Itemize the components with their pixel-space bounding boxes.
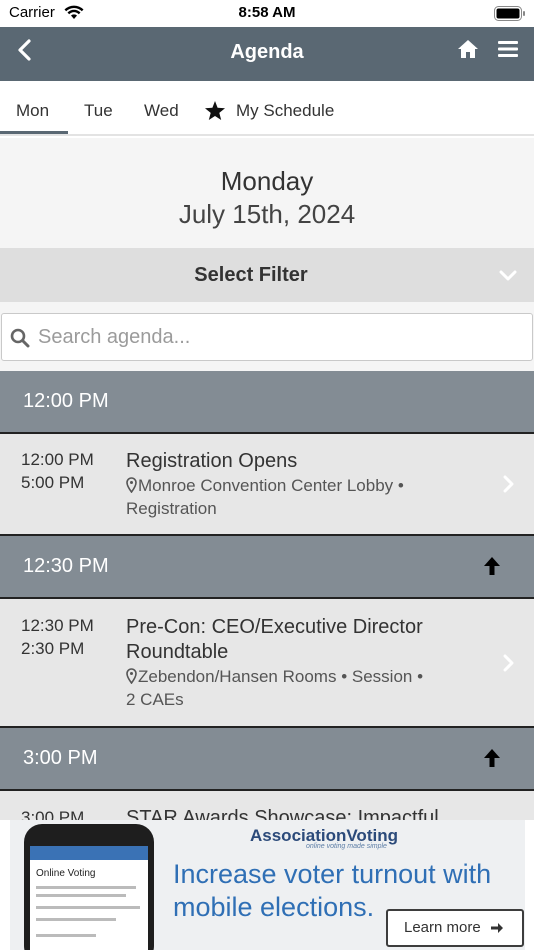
phone-screen-line <box>36 906 140 909</box>
page-title: Agenda <box>230 41 304 63</box>
session-end-time: 5:00 PM <box>21 473 85 492</box>
arrow-up-icon[interactable] <box>483 556 501 576</box>
session-meta: Zebendon/Hansen Rooms • Session • 2 CAEs <box>126 667 424 709</box>
ad-banner[interactable]: Online Voting AssociationVoting online v… <box>0 820 534 950</box>
time-slot-header: 3:00 PM <box>0 728 534 791</box>
map-pin-icon <box>126 477 137 493</box>
session-meta: Monroe Convention Center Lobby • Registr… <box>126 476 404 518</box>
tab-selected-indicator <box>0 131 68 134</box>
phone-screen: Online Voting <box>30 846 148 950</box>
session-credits: 2 CAEs <box>126 690 184 709</box>
session-end-time: 2:30 PM <box>21 639 85 658</box>
search-icon <box>10 328 30 348</box>
chevron-right-icon <box>503 475 514 493</box>
filter-dropdown[interactable]: Select Filter <box>0 248 534 302</box>
battery-icon <box>494 6 525 21</box>
phone-screen-line <box>36 918 116 921</box>
tab-wed[interactable]: Wed <box>144 101 179 121</box>
ad-headline-line: Increase voter turnout with <box>173 859 492 889</box>
home-icon[interactable] <box>457 38 479 60</box>
learn-more-button[interactable]: Learn more <box>386 909 524 947</box>
session-category: Registration <box>126 499 217 518</box>
nav-bar: Agenda <box>0 27 534 81</box>
date-heading: Monday July 15th, 2024 <box>0 138 534 248</box>
full-date-label: July 15th, 2024 <box>178 199 356 229</box>
session-start-time: 12:30 PM <box>21 616 94 635</box>
time-slot-label: 3:00 PM <box>23 747 98 769</box>
day-tabs: Mon Tue Wed My Schedule <box>0 81 534 136</box>
weekday-label: Monday <box>220 166 314 196</box>
tab-tue[interactable]: Tue <box>84 101 113 121</box>
phone-screen-header <box>30 846 148 860</box>
search-box[interactable] <box>1 313 533 361</box>
session-start-time: 12:00 PM <box>21 450 94 469</box>
session-location: Zebendon/Hansen Rooms <box>138 667 337 686</box>
tab-mon[interactable]: Mon <box>16 101 49 121</box>
search-area <box>0 302 534 371</box>
session-row[interactable]: 12:00 PM 5:00 PM Registration Opens Monr… <box>0 434 534 536</box>
map-pin-icon <box>126 668 137 684</box>
phone-screen-title: Online Voting <box>36 868 96 879</box>
time-slot-label: 12:00 PM <box>23 390 109 412</box>
session-title-line: Roundtable <box>126 641 229 663</box>
phone-screen-line <box>36 934 96 937</box>
tab-my-schedule[interactable]: My Schedule <box>236 101 334 121</box>
time-slot-label: 12:30 PM <box>23 555 109 577</box>
star-icon[interactable] <box>204 100 226 122</box>
time-slot-header: 12:00 PM <box>0 371 534 434</box>
phone-illustration: Online Voting <box>24 824 154 950</box>
phone-screen-line <box>36 886 136 889</box>
chevron-down-icon[interactable] <box>499 268 517 282</box>
clock: 8:58 AM <box>238 4 296 21</box>
ad-tagline: online voting made simple <box>306 843 387 850</box>
search-input[interactable] <box>38 322 518 352</box>
arrow-right-icon <box>491 923 503 933</box>
phone-screen-line <box>36 894 126 897</box>
menu-icon[interactable] <box>498 40 518 58</box>
session-location: Monroe Convention Center Lobby <box>138 476 394 495</box>
status-bar: Carrier 8:58 AM <box>0 0 534 27</box>
session-row[interactable]: 12:30 PM 2:30 PM Pre-Con: CEO/Executive … <box>0 599 534 728</box>
arrow-up-icon[interactable] <box>483 748 501 768</box>
filter-label: Select Filter <box>194 264 308 286</box>
session-title-line: Pre-Con: CEO/Executive Director <box>126 616 423 638</box>
learn-more-label: Learn more <box>404 919 481 936</box>
session-type: Session <box>351 667 413 686</box>
time-slot-header: 12:30 PM <box>0 536 534 599</box>
session-title: Registration Opens <box>126 450 298 472</box>
chevron-right-icon <box>503 654 514 672</box>
session-title: Pre-Con: CEO/Executive Director Roundtab… <box>126 615 466 665</box>
